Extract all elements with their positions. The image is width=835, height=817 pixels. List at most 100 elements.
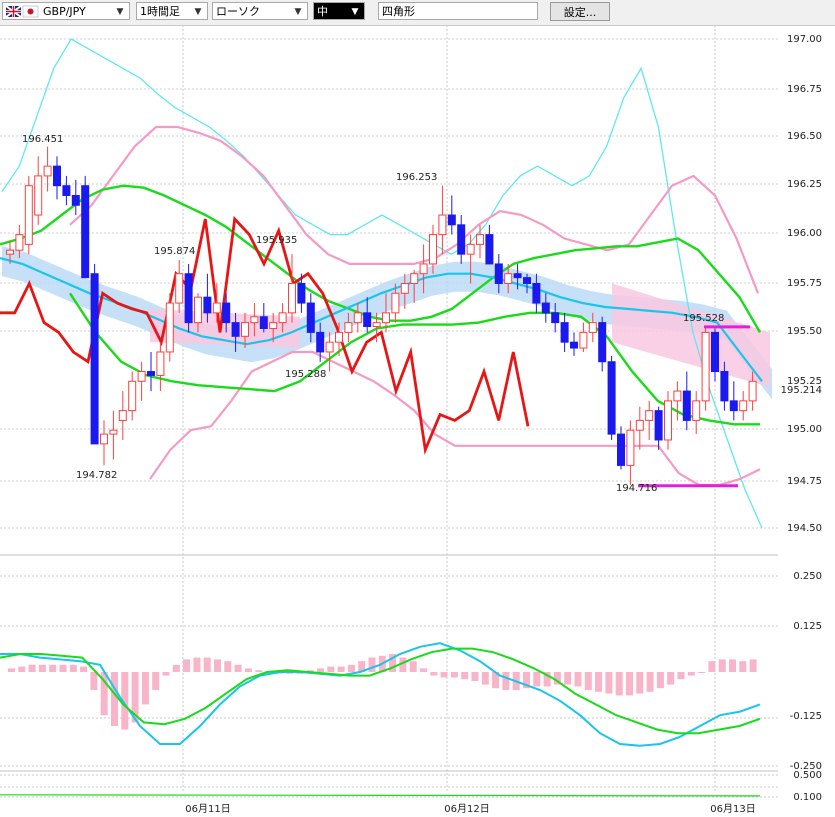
macd-bar xyxy=(574,672,582,687)
macd-bar xyxy=(49,664,57,672)
candle-body xyxy=(673,390,682,402)
candle-body xyxy=(504,273,513,285)
candle-body xyxy=(147,371,155,376)
macd-bar xyxy=(347,664,355,672)
y-tick-label: 194.50 xyxy=(787,523,822,534)
macd-bar xyxy=(420,668,427,672)
candle-body xyxy=(617,433,625,466)
shape-field[interactable]: 四角形 xyxy=(378,2,538,20)
candle-body xyxy=(382,312,390,324)
macd-bar xyxy=(739,661,747,672)
macd-bar xyxy=(183,659,191,672)
chevron-down-icon: ▼ xyxy=(351,7,359,17)
candle-body xyxy=(128,380,137,412)
candle-body xyxy=(720,371,729,402)
candle-body xyxy=(353,312,362,324)
macd-bar xyxy=(337,666,345,672)
candle-body xyxy=(6,249,14,255)
candle-body xyxy=(626,429,635,466)
candle-body xyxy=(24,185,33,245)
candle-body xyxy=(62,185,71,196)
candle-body xyxy=(429,234,437,265)
symbol-label: GBP/JPY xyxy=(43,5,86,18)
candle-body xyxy=(598,322,607,363)
timeframe-select[interactable]: 1時間足 ▼ xyxy=(136,2,208,20)
macd-bar xyxy=(656,672,664,689)
macd-bar xyxy=(430,672,438,676)
y-tick-label: 196.75 xyxy=(787,84,822,95)
candle-body xyxy=(607,361,616,435)
candle-body xyxy=(588,322,597,333)
macd-bar xyxy=(203,657,211,672)
macd-bar xyxy=(18,666,26,672)
size-label: 中 xyxy=(317,5,328,18)
macd-bar xyxy=(234,664,242,672)
candle-body xyxy=(15,234,24,251)
candle-body xyxy=(325,341,334,353)
symbol-select[interactable]: GBP/JPY ▼ xyxy=(2,2,130,20)
price-annotation: 195.288 xyxy=(285,369,326,380)
candle-body xyxy=(438,214,447,236)
x-tick-label: 06月11日 xyxy=(185,803,230,815)
candle-body xyxy=(570,341,578,349)
candle-body xyxy=(654,410,663,441)
settings-button[interactable]: 設定... xyxy=(550,2,610,21)
candle-body xyxy=(288,283,296,314)
toolbar: GBP/JPY ▼ 1時間足 ▼ ローソク ▼ 中 ▼ 四角形 設定... xyxy=(0,0,835,26)
macd-bar xyxy=(80,666,88,672)
macd-bar xyxy=(708,661,716,672)
candle-body xyxy=(645,410,654,421)
candle-body xyxy=(363,312,372,328)
macd-bar xyxy=(59,664,67,672)
candle-body xyxy=(137,371,146,382)
macd-panel xyxy=(0,642,761,747)
candle-body xyxy=(222,302,231,324)
price-annotation: 196.451 xyxy=(22,134,63,145)
candle-body xyxy=(184,273,193,324)
macd-bar xyxy=(481,672,489,685)
candle-body xyxy=(278,312,287,324)
macd-bar xyxy=(718,659,726,672)
candle-body xyxy=(71,194,80,206)
candle-body xyxy=(109,429,118,435)
macd-bar xyxy=(687,672,695,676)
x-tick-label: 06月12日 xyxy=(444,803,489,815)
candle-body xyxy=(466,243,475,255)
candle-body xyxy=(419,263,428,275)
timeframe-label: 1時間足 xyxy=(140,5,180,18)
y-tick-label: 194.75 xyxy=(787,476,822,487)
sub-line xyxy=(0,794,761,797)
candle-body xyxy=(34,175,43,216)
price-annotation: 194.782 xyxy=(76,470,117,481)
candle-body xyxy=(541,302,550,314)
macd-bar xyxy=(214,659,221,672)
y-tick-label: 196.50 xyxy=(787,131,822,142)
candle-body xyxy=(53,165,61,187)
candle-body xyxy=(100,433,108,445)
chart-style-select[interactable]: ローソク ▼ xyxy=(212,2,308,20)
chart-style-label: ローソク xyxy=(216,5,260,18)
candle-body xyxy=(711,331,719,373)
candle-body xyxy=(81,185,90,279)
gb-jp-flag-icon xyxy=(6,5,39,18)
candle-body xyxy=(259,316,268,329)
indicator-line-1 xyxy=(69,125,760,294)
candle-body xyxy=(485,234,494,265)
macd-bar xyxy=(8,668,15,672)
macd-bar xyxy=(698,672,706,673)
macd-bar xyxy=(502,672,510,690)
macd-bar xyxy=(595,672,603,692)
y-tick-label: 195.75 xyxy=(787,278,822,289)
shape-label: 四角形 xyxy=(382,5,415,18)
price-annotation: 196.253 xyxy=(396,172,437,183)
candle-body xyxy=(476,234,484,245)
macd-bar xyxy=(317,668,324,672)
macd-bar xyxy=(327,666,335,672)
price-annotation: 195.528 xyxy=(683,313,724,324)
x-tick-label: 06月13日 xyxy=(710,803,755,815)
y-tick-label: -0.125 xyxy=(790,711,822,722)
y-tick-label: 196.00 xyxy=(787,228,822,239)
candle-body xyxy=(269,322,278,329)
size-select[interactable]: 中 ▼ xyxy=(313,2,365,20)
y-tick-label: 0.250 xyxy=(793,571,822,582)
